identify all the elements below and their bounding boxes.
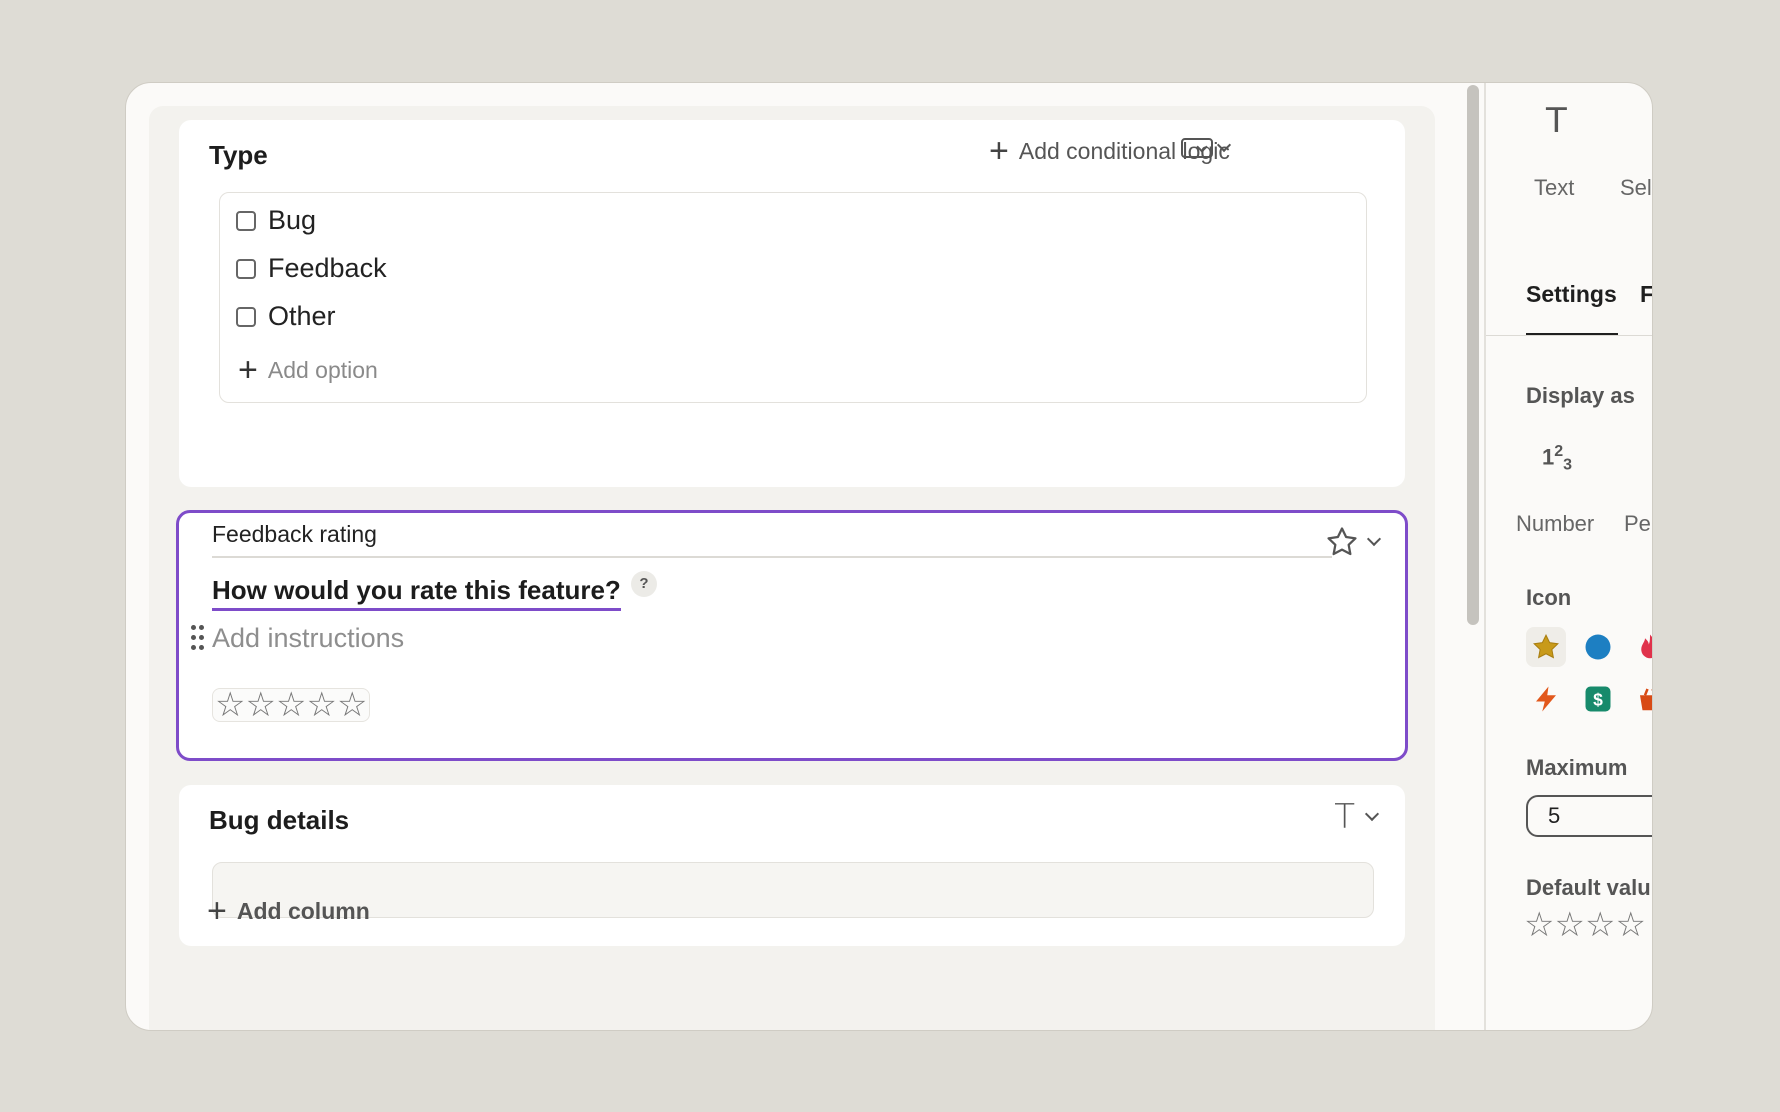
option-other[interactable]: Other xyxy=(236,301,336,332)
field-type-selector[interactable] xyxy=(1325,525,1382,559)
star-icon[interactable]: ☆ xyxy=(306,688,336,722)
type-option-select[interactable]: Sel xyxy=(1620,175,1652,201)
checkbox[interactable] xyxy=(236,210,256,231)
add-column-button[interactable]: + Add column xyxy=(207,894,370,928)
checkbox[interactable] xyxy=(236,258,256,279)
circle-icon[interactable] xyxy=(1578,627,1618,667)
text-type-icon[interactable]: T xyxy=(1546,101,1567,141)
star-icon[interactable]: ☆ xyxy=(1585,908,1615,942)
field-label-input[interactable]: Feedback rating xyxy=(212,521,1332,558)
chevron-down-icon xyxy=(1364,806,1380,822)
help-icon[interactable]: ? xyxy=(631,571,657,597)
rating-field-card[interactable]: Feedback rating How would you rate this … xyxy=(176,510,1408,761)
maximum-heading: Maximum xyxy=(1526,755,1628,780)
add-option-button[interactable]: + Add option xyxy=(238,353,378,387)
star-icon[interactable]: ☆ xyxy=(276,688,306,722)
plus-icon: + xyxy=(989,132,1009,170)
add-column-label: Add column xyxy=(236,897,370,924)
option-label: Other xyxy=(268,301,336,331)
number-display-icon[interactable]: 123 xyxy=(1542,443,1572,475)
field-title: Bug details xyxy=(209,805,350,835)
lightning-icon[interactable] xyxy=(1526,679,1566,719)
tab-settings[interactable]: Settings xyxy=(1526,281,1617,308)
form-editor: Type + Add conditional logic Bug Feedbac… xyxy=(149,106,1435,1030)
drag-handle-icon[interactable] xyxy=(191,625,205,651)
star-icon[interactable]: ☆ xyxy=(215,688,245,722)
default-value-stars[interactable]: ☆ ☆ ☆ ☆ xyxy=(1524,908,1646,942)
svg-text:$: $ xyxy=(1593,689,1603,709)
settings-panel: T Text Sel Settings F Display as 123 Num… xyxy=(1486,83,1652,1030)
plus-icon: + xyxy=(207,892,227,930)
tab-divider xyxy=(1486,335,1652,336)
default-value-heading: Default valu xyxy=(1526,875,1651,900)
display-option-percent[interactable]: Pe xyxy=(1624,511,1651,537)
display-option-number[interactable]: Number xyxy=(1516,511,1594,537)
checkbox[interactable] xyxy=(236,306,256,327)
dropdown-icon xyxy=(1181,138,1213,158)
star-icon[interactable]: ☆ xyxy=(245,688,275,722)
star-icon[interactable] xyxy=(1526,627,1566,667)
star-icon[interactable]: ☆ xyxy=(1524,908,1554,942)
maximum-input[interactable]: 5 xyxy=(1526,795,1652,837)
option-bug[interactable]: Bug xyxy=(236,205,316,236)
star-icon xyxy=(1327,527,1357,556)
field-type-selector[interactable]: T xyxy=(1334,797,1380,837)
tab-formatting[interactable]: F xyxy=(1640,281,1652,308)
scrollbar[interactable] xyxy=(1467,85,1479,625)
text-type-icon: T xyxy=(1334,797,1355,837)
type-option-text[interactable]: Text xyxy=(1534,175,1574,201)
icon-heading: Icon xyxy=(1526,585,1572,610)
option-label: Feedback xyxy=(268,253,387,283)
type-field-card[interactable]: Type + Add conditional logic Bug Feedbac… xyxy=(179,120,1405,487)
basket-icon[interactable] xyxy=(1630,679,1652,719)
display-as-heading: Display as xyxy=(1526,383,1635,408)
app-window: Type + Add conditional logic Bug Feedbac… xyxy=(125,82,1653,1031)
field-type-selector[interactable] xyxy=(1181,137,1232,158)
options-list: Bug Feedback Other + Add option xyxy=(219,192,1367,403)
plus-icon: + xyxy=(238,351,258,389)
option-feedback[interactable]: Feedback xyxy=(236,253,387,284)
add-option-label: Add option xyxy=(267,356,378,383)
dollar-icon[interactable]: $ xyxy=(1578,679,1618,719)
chevron-down-icon xyxy=(1216,137,1232,153)
flame-icon[interactable] xyxy=(1630,627,1652,667)
question-input[interactable]: How would you rate this feature? xyxy=(212,575,621,611)
chevron-down-icon xyxy=(1366,531,1382,547)
star-icon[interactable]: ☆ xyxy=(1615,908,1645,942)
star-icon[interactable]: ☆ xyxy=(337,688,367,722)
rating-stars[interactable]: ☆ ☆ ☆ ☆ ☆ xyxy=(212,688,371,722)
instructions-input[interactable]: Add instructions xyxy=(212,623,404,654)
field-title: Type xyxy=(209,140,268,170)
option-label: Bug xyxy=(268,205,317,235)
star-icon[interactable]: ☆ xyxy=(1554,908,1584,942)
bug-details-input[interactable] xyxy=(212,862,1374,918)
